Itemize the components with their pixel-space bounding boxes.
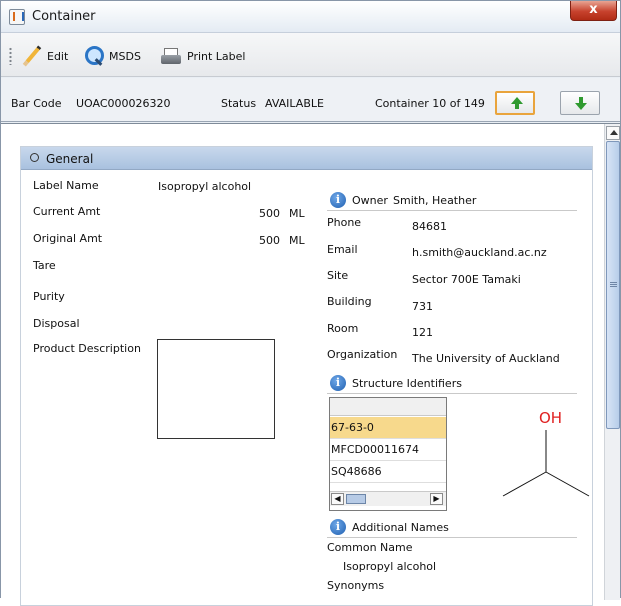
container-position: Container 10 of 149 — [375, 97, 485, 110]
scroll-thumb[interactable] — [606, 141, 620, 429]
window-title: Container — [32, 9, 96, 24]
scroll-up-icon[interactable] — [606, 126, 620, 140]
previous-container-button[interactable] — [495, 91, 535, 115]
room-value: 121 — [412, 326, 433, 339]
next-container-button[interactable] — [560, 91, 600, 115]
structure-identifiers-title: Structure Identifiers — [352, 377, 462, 390]
print-label-button-label: Print Label — [187, 49, 246, 63]
java-app-icon — [9, 9, 25, 25]
phone-value: 84681 — [412, 220, 447, 233]
product-description-label: Product Description — [33, 342, 141, 355]
original-amt-label: Original Amt — [33, 232, 103, 245]
label-name-label: Label Name — [33, 179, 99, 192]
common-name-value: Isopropyl alcohol — [343, 560, 437, 573]
tare-label: Tare — [33, 259, 56, 272]
content-area: General Label Name Isopropyl alcohol Cur… — [1, 123, 620, 606]
print-label-button[interactable]: Print Label — [161, 45, 245, 67]
edit-button-label: Edit — [47, 49, 69, 63]
identifier-list[interactable]: 67-63-0 MFCD00011674 SQ48686 ◀ ▶ — [329, 397, 447, 511]
building-label: Building — [327, 295, 372, 308]
scroll-left-icon[interactable]: ◀ — [331, 493, 344, 505]
title-bar: Container x — [1, 1, 620, 33]
status-label: Status — [221, 97, 257, 110]
site-value: Sector 700E Tamaki — [412, 273, 521, 286]
barcode-value: UOAC000026320 — [76, 97, 171, 110]
identifier-row[interactable]: SQ48686 — [330, 461, 446, 483]
building-value: 731 — [412, 300, 433, 313]
general-panel-header[interactable]: General — [21, 147, 592, 170]
additional-divider — [327, 537, 577, 538]
common-name-label: Common Name — [327, 541, 413, 554]
pencil-icon — [21, 45, 43, 67]
additional-names-title: Additional Names — [352, 521, 449, 534]
purity-label: Purity — [33, 290, 65, 303]
identifier-row[interactable]: MFCD00011674 — [330, 439, 446, 461]
status-value: AVAILABLE — [265, 97, 324, 110]
owner-divider — [327, 210, 577, 211]
container-window: Container x Edit MSDS Print Label Bar Co… — [0, 0, 621, 606]
email-label: Email — [327, 243, 358, 256]
product-description-field[interactable] — [157, 339, 275, 439]
owner-name: Smith, Heather — [393, 194, 477, 207]
arrow-up-icon — [511, 97, 523, 109]
info-bar: Bar Code UOAC000026320 Status AVAILABLE … — [1, 78, 620, 122]
current-amt-label: Current Amt — [33, 205, 101, 218]
structure-diagram: OH — [453, 397, 591, 511]
info-icon — [330, 375, 346, 391]
close-button[interactable]: x — [570, 1, 617, 21]
identifier-list-header — [330, 398, 446, 416]
disposal-label: Disposal — [33, 317, 80, 330]
isopropyl-structure-drawing — [502, 430, 590, 497]
organization-label: Organization — [327, 348, 398, 361]
email-value[interactable]: h.smith@auckland.ac.nz — [412, 246, 547, 259]
original-amt-value: 500 — [259, 234, 280, 247]
toolbar-grip-handle[interactable] — [9, 47, 12, 65]
location-pin-icon — [30, 153, 39, 162]
info-icon — [330, 519, 346, 535]
general-panel: General Label Name Isopropyl alcohol Cur… — [20, 146, 593, 606]
label-name-value: Isopropyl alcohol — [158, 180, 252, 193]
vertical-scrollbar[interactable] — [604, 124, 620, 600]
current-amt-unit: ML — [289, 207, 305, 220]
identifier-horizontal-scrollbar[interactable]: ◀ ▶ — [330, 491, 446, 506]
scroll-thumb[interactable] — [346, 494, 366, 504]
owner-label: Owner — [352, 194, 388, 207]
edit-button[interactable]: Edit — [21, 45, 68, 67]
barcode-label: Bar Code — [11, 97, 62, 110]
general-panel-title: General — [46, 152, 94, 166]
current-amt-value: 500 — [259, 207, 280, 220]
original-amt-unit: ML — [289, 234, 305, 247]
info-icon — [330, 192, 346, 208]
printer-icon — [161, 45, 183, 67]
synonyms-label: Synonyms — [327, 579, 385, 592]
msds-button-label: MSDS — [109, 49, 141, 63]
toolbar: Edit MSDS Print Label — [1, 33, 620, 77]
magnifier-icon — [83, 45, 105, 67]
organization-value: The University of Auckland — [412, 352, 560, 365]
structure-divider — [327, 393, 577, 394]
room-label: Room — [327, 322, 359, 335]
scroll-right-icon[interactable]: ▶ — [430, 493, 443, 505]
phone-label: Phone — [327, 216, 362, 229]
msds-button[interactable]: MSDS — [83, 45, 141, 67]
identifier-row[interactable]: 67-63-0 — [330, 417, 446, 439]
hydroxyl-label: OH — [539, 409, 563, 427]
site-label: Site — [327, 269, 349, 282]
